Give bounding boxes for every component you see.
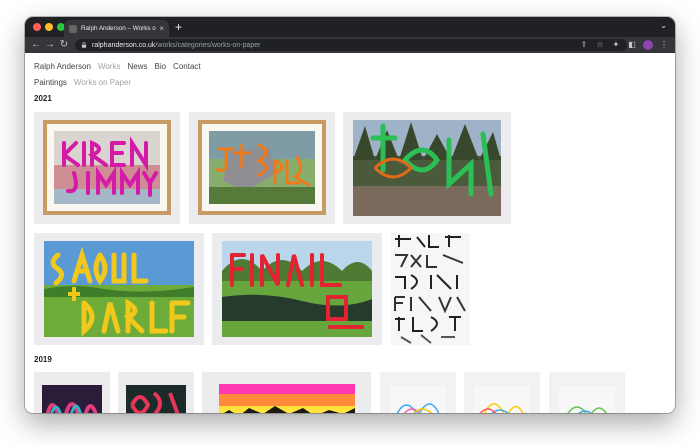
page-content: Ralph Anderson Works News Bio Contact Pa… xyxy=(25,53,675,413)
artwork-image xyxy=(219,384,355,413)
url-host: ralphanderson.co.uk xyxy=(92,41,156,49)
year-heading-2021: 2021 xyxy=(34,94,52,103)
url-path: /works/categories/works-on-paper xyxy=(155,41,261,49)
year-heading-2019: 2019 xyxy=(34,355,52,364)
nav-bio[interactable]: Bio xyxy=(154,62,166,71)
browser-tab[interactable]: Ralph Anderson – Works on Pa × xyxy=(64,20,169,37)
subnav-works-on-paper[interactable]: Works on Paper xyxy=(74,78,131,87)
extensions-icon[interactable]: ✦ xyxy=(611,39,621,51)
artwork-2019-1[interactable] xyxy=(34,372,110,413)
artwork-image xyxy=(353,120,501,216)
site-nav: Ralph Anderson Works News Bio Contact xyxy=(34,62,201,71)
artwork-2019-6[interactable] xyxy=(549,372,625,413)
tab-title: Ralph Anderson – Works on Pa xyxy=(81,25,156,32)
forward-icon[interactable]: → xyxy=(43,37,57,53)
profile-avatar[interactable] xyxy=(643,40,653,50)
artwork-green-landscape[interactable] xyxy=(343,112,511,224)
artwork-image xyxy=(474,386,530,413)
nav-home[interactable]: Ralph Anderson xyxy=(34,62,91,71)
star-icon[interactable]: ☆ xyxy=(595,39,605,51)
share-icon[interactable]: ⇪ xyxy=(579,39,589,51)
menu-icon[interactable]: ⋮ xyxy=(659,39,669,51)
artwork-image xyxy=(44,241,194,337)
browser-window: Ralph Anderson – Works on Pa × + ⌄ ← → ↻… xyxy=(25,17,675,413)
artwork-black-text[interactable] xyxy=(389,233,472,345)
artwork-image xyxy=(391,233,470,345)
artwork-image xyxy=(54,131,160,204)
lock-icon xyxy=(81,42,87,48)
subnav-paintings[interactable]: Paintings xyxy=(34,78,67,87)
nav-contact[interactable]: Contact xyxy=(173,62,201,71)
artwork-2019-5[interactable] xyxy=(464,372,540,413)
artwork-saoul-darlene[interactable] xyxy=(34,233,204,345)
title-bar: Ralph Anderson – Works on Pa × + ⌄ xyxy=(25,17,675,37)
artwork-image xyxy=(559,386,615,413)
artwork-2019-2[interactable] xyxy=(118,372,194,413)
favicon-icon xyxy=(69,24,77,33)
minimize-window-button[interactable] xyxy=(45,23,53,31)
reload-icon[interactable]: ↻ xyxy=(57,37,71,53)
toolbar-icons: ⇪ ☆ ✦ ◧ ⋮ xyxy=(579,39,669,51)
sidebar-icon[interactable]: ◧ xyxy=(627,39,637,51)
close-window-button[interactable] xyxy=(33,23,41,31)
browser-toolbar: ← → ↻ ralphanderson.co.uk /works/categor… xyxy=(25,37,675,53)
tab-close-icon[interactable]: × xyxy=(159,24,164,33)
address-bar[interactable]: ralphanderson.co.uk /works/categories/wo… xyxy=(75,39,627,51)
sub-nav: Paintings Works on Paper xyxy=(34,78,131,87)
back-icon[interactable]: ← xyxy=(29,37,43,53)
tab-search-icon[interactable]: ⌄ xyxy=(660,21,667,30)
nav-works[interactable]: Works xyxy=(98,62,121,71)
artwork-jts[interactable] xyxy=(189,112,335,224)
artwork-image xyxy=(222,241,372,337)
nav-news[interactable]: News xyxy=(127,62,147,71)
new-tab-button[interactable]: + xyxy=(175,20,182,34)
artwork-red-river[interactable] xyxy=(212,233,382,345)
artwork-kiren-jimmy[interactable] xyxy=(34,112,180,224)
artwork-image xyxy=(42,385,102,413)
artwork-2019-4[interactable] xyxy=(380,372,456,413)
artwork-image xyxy=(390,386,446,413)
artwork-image xyxy=(209,131,315,204)
artwork-2019-3[interactable] xyxy=(202,372,371,413)
artwork-image xyxy=(126,385,186,413)
